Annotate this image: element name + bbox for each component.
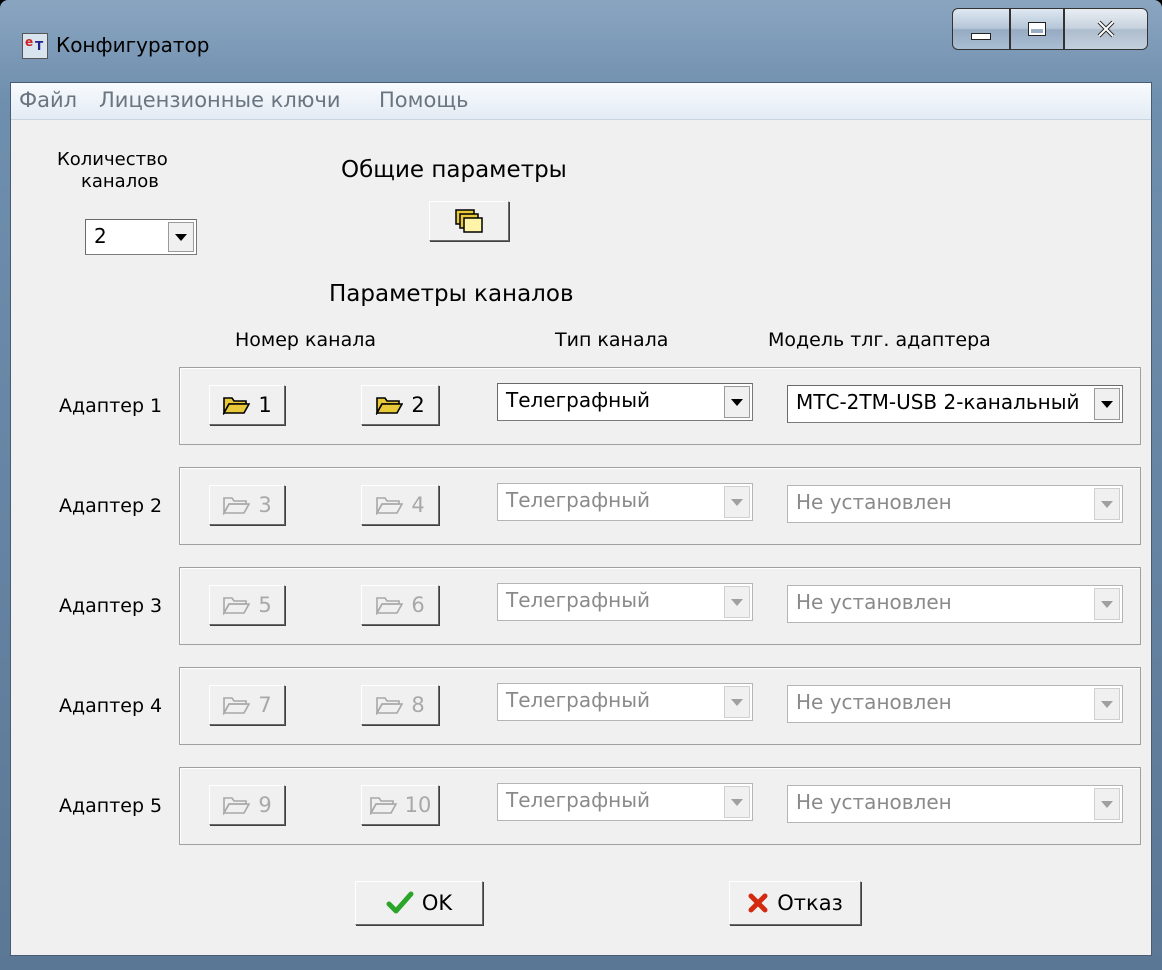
channel-type-value: Телеграфный xyxy=(506,588,651,612)
chevron-down-icon xyxy=(724,686,750,718)
folder-open-icon xyxy=(375,497,404,515)
folder-open-icon xyxy=(369,797,397,815)
col-channel-number: Номер канала xyxy=(235,329,377,351)
channels-count-label-2: каналов xyxy=(81,171,159,192)
channel-number: 8 xyxy=(411,693,425,717)
chevron-down-icon xyxy=(724,486,750,518)
title-bar[interactable]: e T Конфигуратор xyxy=(0,0,1162,82)
chevron-down-icon[interactable] xyxy=(168,222,194,252)
channel-type-select: Телеграфный xyxy=(497,783,753,821)
channel-number: 3 xyxy=(258,493,272,517)
channel-number: 2 xyxy=(411,393,425,417)
channel-button: 7 xyxy=(209,685,285,725)
chevron-down-icon xyxy=(1094,488,1120,520)
channel-number: 4 xyxy=(411,493,425,517)
menu-license-keys[interactable]: Лицензионные ключи xyxy=(99,88,341,112)
chevron-down-icon xyxy=(724,786,750,818)
channel-params-title: Параметры каналов xyxy=(329,281,574,307)
channel-button: 6 xyxy=(361,585,439,625)
adapter-model-value: Не установлен xyxy=(796,690,952,714)
col-channel-type: Тип канала xyxy=(555,329,669,351)
adapter-model-value: Не установлен xyxy=(796,590,952,614)
chevron-down-icon[interactable] xyxy=(724,386,750,418)
menu-bar: Файл Лицензионные ключи Помощь xyxy=(11,83,1151,120)
general-params-button[interactable] xyxy=(429,201,509,241)
channel-number: 6 xyxy=(411,593,425,617)
chevron-down-icon[interactable] xyxy=(1094,388,1120,420)
menu-file[interactable]: Файл xyxy=(19,88,77,112)
folder-open-icon xyxy=(375,597,404,615)
folder-open-icon xyxy=(222,597,251,615)
channel-type-value: Телеграфный xyxy=(506,688,651,712)
minimize-icon xyxy=(971,32,991,40)
client-area: Файл Лицензионные ключи Помощь Количеств… xyxy=(10,82,1152,956)
channel-button[interactable]: 2 xyxy=(361,385,439,425)
channel-number: 9 xyxy=(258,793,272,817)
folder-open-icon xyxy=(222,797,251,815)
adapter-model-select[interactable]: МТС-2ТМ-USB 2-канальный xyxy=(787,385,1123,423)
maximize-icon xyxy=(1028,22,1046,36)
channel-button[interactable]: 1 xyxy=(209,385,285,425)
channel-number: 7 xyxy=(258,693,272,717)
channel-type-value: Телеграфный xyxy=(506,388,651,412)
folders-icon xyxy=(455,209,483,233)
channel-type-select: Телеграфный xyxy=(497,483,753,521)
folder-open-icon xyxy=(375,397,404,415)
channel-button: 4 xyxy=(361,485,439,525)
channel-type-value: Телеграфный xyxy=(506,788,651,812)
close-icon xyxy=(1097,20,1115,38)
maximize-button[interactable] xyxy=(1010,8,1064,50)
channel-type-select: Телеграфный xyxy=(497,583,753,621)
channels-count-value: 2 xyxy=(94,224,107,248)
channel-number: 5 xyxy=(258,593,272,617)
channel-type-value: Телеграфный xyxy=(506,488,651,512)
channel-number: 10 xyxy=(404,793,432,817)
adapter-label: Адаптер 2 xyxy=(59,495,163,517)
adapter-label: Адаптер 3 xyxy=(59,595,163,617)
cancel-button-label: Отказ xyxy=(777,891,843,915)
general-params-title: Общие параметры xyxy=(341,157,567,183)
adapter-label: Адаптер 1 xyxy=(59,395,163,417)
adapter-model-value: Не установлен xyxy=(796,790,952,814)
menu-help[interactable]: Помощь xyxy=(379,88,469,112)
channel-button: 8 xyxy=(361,685,439,725)
adapter-model-select: Не установлен xyxy=(787,785,1123,823)
close-button[interactable] xyxy=(1064,8,1148,50)
channel-type-select[interactable]: Телеграфный xyxy=(497,383,753,421)
adapter-model-value: Не установлен xyxy=(796,490,952,514)
channel-type-select: Телеграфный xyxy=(497,683,753,721)
window-title: Конфигуратор xyxy=(56,33,210,57)
adapter-model-value: МТС-2ТМ-USB 2-канальный xyxy=(796,390,1080,414)
window-frame: e T Конфигуратор Файл Лицензионные ключи… xyxy=(0,0,1162,970)
channel-button: 9 xyxy=(209,785,285,825)
cross-icon xyxy=(748,893,768,913)
folder-open-icon xyxy=(222,697,251,715)
folder-open-icon xyxy=(222,497,251,515)
channels-count-select[interactable]: 2 xyxy=(85,219,197,255)
ok-button[interactable]: OK xyxy=(355,881,483,925)
chevron-down-icon xyxy=(724,586,750,618)
adapter-model-select: Не установлен xyxy=(787,485,1123,523)
chevron-down-icon xyxy=(1094,788,1120,820)
chevron-down-icon xyxy=(1094,588,1120,620)
channel-button: 3 xyxy=(209,485,285,525)
minimize-button[interactable] xyxy=(952,8,1010,50)
channel-button: 5 xyxy=(209,585,285,625)
ok-button-label: OK xyxy=(421,891,453,915)
channels-count-label-1: Количество xyxy=(57,149,168,170)
checkmark-icon xyxy=(386,891,414,914)
adapter-label: Адаптер 4 xyxy=(59,695,163,717)
chevron-down-icon xyxy=(1094,688,1120,720)
channel-number: 1 xyxy=(258,393,272,417)
folder-open-icon xyxy=(375,697,404,715)
col-adapter-model: Модель тлг. адаптера xyxy=(768,329,991,351)
adapter-model-select: Не установлен xyxy=(787,585,1123,623)
app-icon[interactable]: e T xyxy=(22,33,48,59)
cancel-button[interactable]: Отказ xyxy=(729,881,861,925)
adapter-label: Адаптер 5 xyxy=(59,795,163,817)
folder-open-icon xyxy=(222,397,251,415)
adapter-model-select: Не установлен xyxy=(787,685,1123,723)
channel-button: 10 xyxy=(361,785,439,825)
